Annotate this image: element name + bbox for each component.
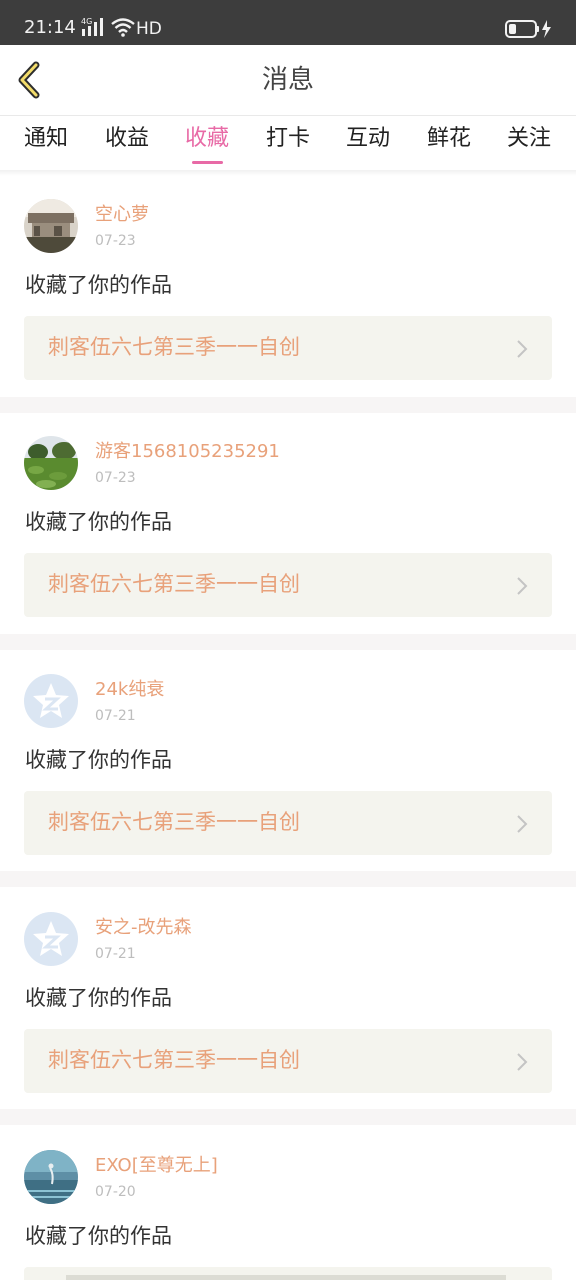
- tab-earnings[interactable]: 收益: [105, 124, 149, 154]
- chevron-right-icon: [517, 1053, 528, 1071]
- work-link[interactable]: 刺客伍六七第三季一一自创: [24, 316, 552, 380]
- hd-indicator: HD: [136, 19, 162, 39]
- avatar[interactable]: [24, 436, 78, 490]
- tab-bar: 通知 收益 收藏 打卡 互动 鲜花 关注: [0, 116, 576, 170]
- list-item: 24k纯衰 07-21 收藏了你的作品 刺客伍六七第三季一一自创: [0, 650, 576, 871]
- status-time: 21:14: [24, 17, 76, 38]
- work-link[interactable]: 刺客伍六七第三季一一自创: [24, 1029, 552, 1093]
- list-item: 安之-改先森 07-21 收藏了你的作品 刺客伍六七第三季一一自创: [0, 887, 576, 1109]
- work-title: 刺客伍六七第三季一一自创: [48, 335, 300, 359]
- work-title: 刺客伍六七第三季一一自创: [48, 572, 300, 596]
- chevron-right-icon: [517, 577, 528, 595]
- work-link[interactable]: 刺客伍六七第三季一一自创: [24, 791, 552, 855]
- work-link[interactable]: [24, 1267, 552, 1280]
- username[interactable]: EXO[至尊无上]: [95, 1155, 218, 1177]
- username[interactable]: 安之-改先森: [95, 917, 192, 939]
- tab-flowers[interactable]: 鲜花: [427, 124, 471, 154]
- message-text: 收藏了你的作品: [25, 1224, 172, 1248]
- header-bar: 消息: [0, 45, 576, 116]
- username[interactable]: 游客1568105235291: [95, 441, 280, 463]
- work-preview: [66, 1275, 506, 1280]
- message-date: 07-21: [95, 708, 136, 724]
- divider: [0, 871, 576, 887]
- page-title: 消息: [261, 65, 314, 95]
- message-text: 收藏了你的作品: [25, 510, 172, 534]
- qq-default-avatar-icon[interactable]: [24, 912, 78, 966]
- divider: [0, 634, 576, 650]
- work-title: 刺客伍六七第三季一一自创: [48, 810, 300, 834]
- tab-notifications[interactable]: 通知: [24, 124, 68, 154]
- work-link[interactable]: 刺客伍六七第三季一一自创: [24, 553, 552, 617]
- list-item: 游客1568105235291 07-23 收藏了你的作品 刺客伍六七第三季一一…: [0, 413, 576, 634]
- battery-charging-icon: [505, 20, 551, 38]
- chevron-right-icon: [517, 340, 528, 358]
- message-text: 收藏了你的作品: [25, 748, 172, 772]
- active-tab-indicator: [192, 161, 223, 164]
- wifi-icon: [111, 18, 135, 37]
- message-text: 收藏了你的作品: [25, 273, 172, 297]
- status-bar: 21:14 4G HD: [0, 0, 576, 45]
- avatar[interactable]: [24, 199, 78, 253]
- username[interactable]: 空心萝: [95, 204, 149, 226]
- tab-interaction[interactable]: 互动: [346, 124, 390, 154]
- 4g-signal-icon: 4G: [81, 17, 103, 36]
- tab-favorites[interactable]: 收藏: [185, 124, 229, 154]
- svg-text:4G: 4G: [81, 17, 92, 26]
- message-date: 07-20: [95, 1184, 136, 1200]
- message-text: 收藏了你的作品: [25, 986, 172, 1010]
- list-item: EXO[至尊无上] 07-20 收藏了你的作品: [0, 1125, 576, 1280]
- work-title: 刺客伍六七第三季一一自创: [48, 1048, 300, 1072]
- message-date: 07-21: [95, 946, 136, 962]
- list-item: 空心萝 07-23 收藏了你的作品 刺客伍六七第三季一一自创: [0, 176, 576, 397]
- qq-default-avatar-icon[interactable]: [24, 674, 78, 728]
- tab-following[interactable]: 关注: [507, 124, 551, 154]
- avatar[interactable]: [24, 1150, 78, 1204]
- divider: [0, 397, 576, 413]
- message-date: 07-23: [95, 233, 136, 249]
- message-date: 07-23: [95, 470, 136, 486]
- username[interactable]: 24k纯衰: [95, 679, 164, 701]
- tab-checkin[interactable]: 打卡: [266, 124, 310, 154]
- divider: [0, 1109, 576, 1125]
- chevron-right-icon: [517, 815, 528, 833]
